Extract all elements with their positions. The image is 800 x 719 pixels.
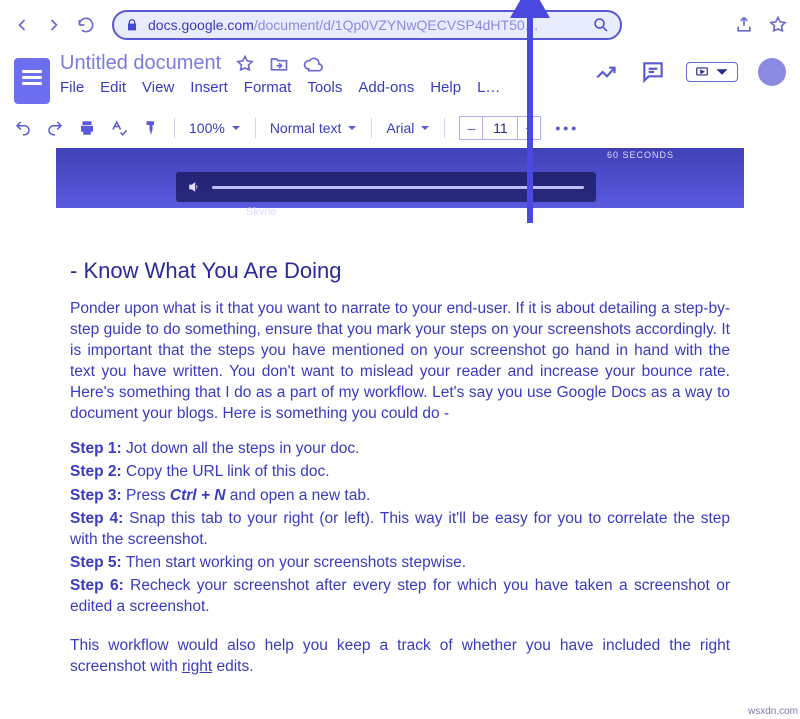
search-in-page-icon[interactable] — [592, 16, 610, 34]
video-overlay-text: 60 SECONDS — [607, 150, 674, 160]
share-icon[interactable] — [734, 15, 754, 35]
undo-icon[interactable] — [14, 119, 32, 137]
step-2: Step 2: Copy the URL link of this doc. — [70, 461, 730, 482]
menu-help[interactable]: Help — [430, 79, 461, 96]
menu-view[interactable]: View — [142, 79, 174, 96]
menu-insert[interactable]: Insert — [190, 79, 228, 96]
url-text: docs.google.com/document/d/1Qp0VZYNwQECV… — [148, 17, 539, 33]
forward-icon[interactable] — [44, 15, 64, 35]
present-button[interactable] — [686, 62, 738, 82]
browser-toolbar: docs.google.com/document/d/1Qp0VZYNwQECV… — [0, 0, 800, 48]
menu-addons[interactable]: Add-ons — [358, 79, 414, 96]
comments-icon[interactable] — [640, 60, 666, 84]
document-canvas[interactable]: 60 SECONDS Skvne - Know What You Are Doi… — [0, 148, 800, 719]
cloud-status-icon[interactable] — [303, 55, 323, 73]
spellcheck-icon[interactable] — [110, 119, 128, 137]
video-progress[interactable] — [212, 186, 584, 189]
trend-history-icon[interactable] — [594, 60, 620, 84]
font-size-value[interactable]: 11 — [483, 116, 517, 140]
font-size-stepper: – 11 + — [459, 116, 541, 140]
avatar[interactable] — [758, 58, 786, 86]
menu-last-edit[interactable]: L… — [477, 79, 500, 96]
toolbar-more-icon[interactable]: ••• — [555, 120, 579, 136]
step-6: Step 6: Recheck your screenshot after ev… — [70, 575, 730, 617]
docs-logo-icon[interactable] — [14, 58, 50, 104]
step-4: Step 4: Snap this tab to your right (or … — [70, 508, 730, 550]
font-select[interactable]: Arial — [386, 120, 430, 136]
docs-header: Untitled document File Edit View Insert … — [0, 48, 800, 104]
star-icon[interactable] — [768, 15, 788, 35]
step-5: Step 5: Then start working on your scree… — [70, 552, 730, 573]
video-caption-text: Skvne — [246, 206, 277, 218]
font-size-increase[interactable]: + — [517, 116, 541, 140]
star-outline-icon[interactable] — [235, 55, 255, 73]
steps-list: Step 1: Jot down all the steps in your d… — [70, 438, 730, 617]
paint-format-icon[interactable] — [142, 119, 160, 137]
step-1: Step 1: Jot down all the steps in your d… — [70, 438, 730, 459]
reload-icon[interactable] — [76, 15, 96, 35]
redo-icon[interactable] — [46, 119, 64, 137]
address-bar[interactable]: docs.google.com/document/d/1Qp0VZYNwQECV… — [112, 10, 622, 40]
menu-bar: File Edit View Insert Format Tools Add-o… — [60, 79, 500, 96]
document-body[interactable]: - Know What You Are Doing Ponder upon wh… — [0, 256, 800, 677]
outro-paragraph: This workflow would also help you keep a… — [70, 635, 730, 677]
lock-icon — [124, 17, 140, 33]
paragraph-style-select[interactable]: Normal text — [270, 120, 358, 136]
zoom-select[interactable]: 100% — [189, 120, 241, 136]
print-icon[interactable] — [78, 119, 96, 137]
menu-format[interactable]: Format — [244, 79, 292, 96]
font-size-decrease[interactable]: – — [459, 116, 483, 140]
move-folder-icon[interactable] — [269, 55, 289, 73]
intro-paragraph: Ponder upon what is it that you want to … — [70, 298, 730, 424]
menu-tools[interactable]: Tools — [307, 79, 342, 96]
menu-edit[interactable]: Edit — [100, 79, 126, 96]
menu-file[interactable]: File — [60, 79, 84, 96]
step-3: Step 3: Press Ctrl + N and open a new ta… — [70, 485, 730, 506]
section-heading: - Know What You Are Doing — [70, 256, 730, 286]
embedded-video[interactable]: 60 SECONDS Skvne — [56, 148, 744, 208]
back-icon[interactable] — [12, 15, 32, 35]
volume-icon[interactable] — [188, 181, 200, 193]
docs-toolbar: 100% Normal text Arial – 11 + ••• — [0, 108, 800, 148]
video-controls[interactable] — [176, 172, 596, 202]
watermark: wsxdn.com — [748, 706, 798, 717]
document-title[interactable]: Untitled document — [60, 52, 221, 75]
